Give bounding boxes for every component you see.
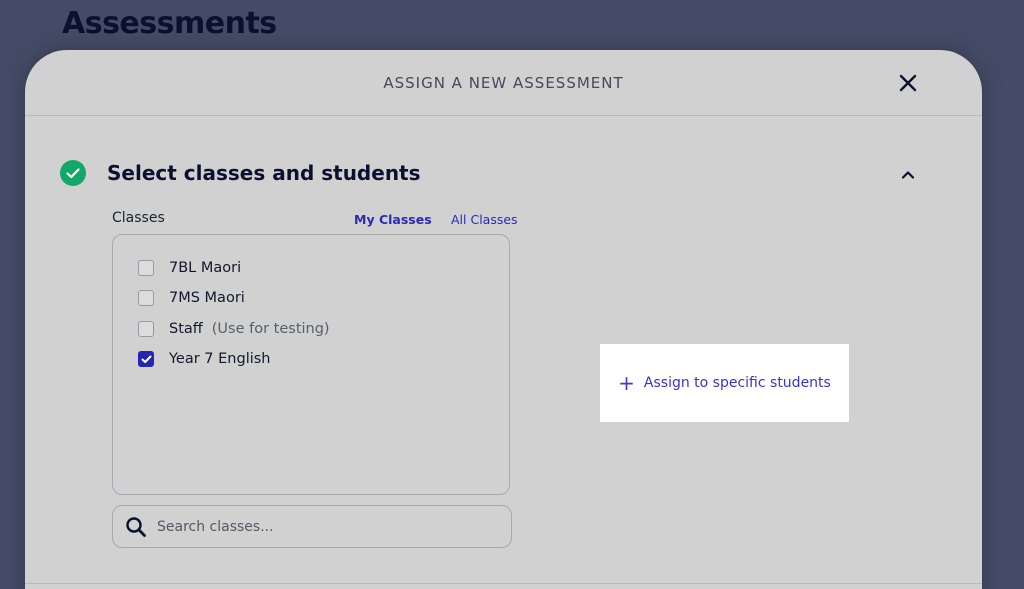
- assign-specific-students-label: Assign to specific students: [643, 375, 831, 391]
- collapse-section-button[interactable]: [897, 164, 919, 184]
- all-classes-filter[interactable]: All Classes: [451, 212, 518, 227]
- class-name: Year 7 English: [169, 351, 271, 367]
- class-list: 7BL Maori 7MS Maori Staff (Use for testi…: [112, 234, 510, 495]
- assign-specific-students-button[interactable]: + Assign to specific students: [600, 344, 849, 422]
- class-item-7bl-maori[interactable]: 7BL Maori: [138, 258, 241, 278]
- check-circle-icon: [60, 160, 86, 186]
- class-name: Staff: [169, 321, 203, 337]
- search-classes-input[interactable]: [155, 517, 479, 536]
- section-title: Select classes and students: [107, 161, 421, 185]
- search-classes-box[interactable]: [112, 505, 512, 548]
- my-classes-filter[interactable]: My Classes: [354, 212, 432, 227]
- class-note: (Use for testing): [211, 321, 330, 337]
- class-item-staff[interactable]: Staff (Use for testing): [138, 319, 330, 339]
- class-item-7ms-maori[interactable]: 7MS Maori: [138, 288, 245, 308]
- class-checkbox[interactable]: [138, 290, 154, 306]
- class-checkbox[interactable]: [138, 321, 154, 337]
- close-button[interactable]: [895, 70, 921, 96]
- class-name: 7MS Maori: [169, 290, 245, 306]
- section-divider: [25, 583, 982, 584]
- plus-icon: +: [618, 371, 635, 395]
- checkmark-icon: [141, 355, 151, 363]
- class-item-year-7-english[interactable]: Year 7 English: [138, 349, 271, 369]
- class-name: 7BL Maori: [169, 260, 242, 276]
- class-checkbox-checked[interactable]: [138, 351, 154, 367]
- close-icon: [899, 74, 917, 92]
- classes-label: Classes: [112, 210, 165, 226]
- modal-header: ASSIGN A NEW ASSESSMENT: [25, 50, 982, 116]
- search-icon: [125, 516, 147, 538]
- class-checkbox[interactable]: [138, 260, 154, 276]
- page-title: Assessments: [62, 6, 277, 41]
- chevron-up-icon: [901, 170, 915, 179]
- assign-assessment-modal: ASSIGN A NEW ASSESSMENT Select classes a…: [25, 50, 982, 589]
- modal-title: ASSIGN A NEW ASSESSMENT: [383, 74, 624, 92]
